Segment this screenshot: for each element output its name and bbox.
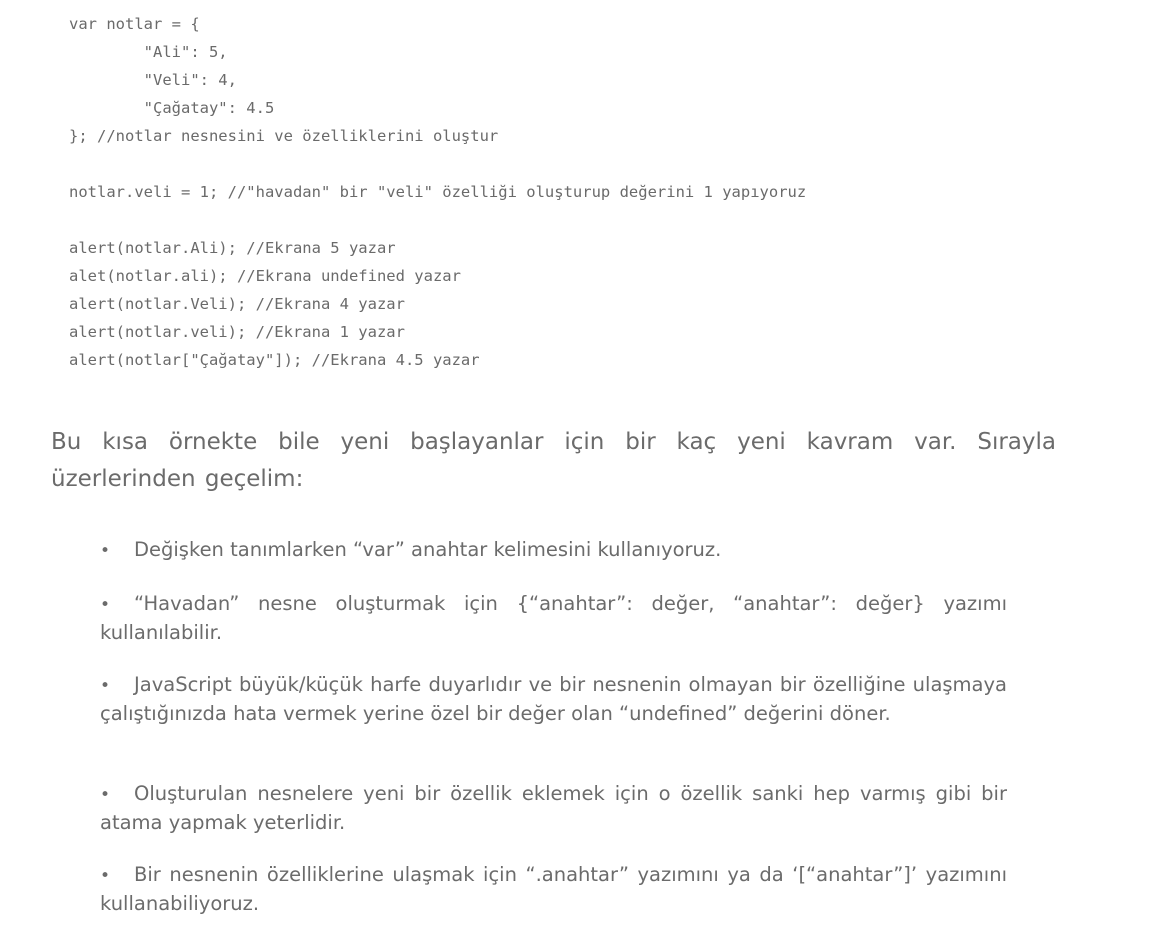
intro-paragraph: Bu kısa örnekte bile yeni başlayanlar iç… [51,429,1056,492]
list-item: Oluşturulan nesnelere yeni bir özellik e… [100,780,1007,837]
bullet-icon [100,780,134,809]
code-line: alert(notlar.Veli); //Ekrana 4 yazar [69,295,405,313]
list-item-text: Oluşturulan nesnelere yeni bir özellik e… [100,782,1007,834]
bullet-icon [100,536,134,565]
list-item: JavaScript büyük/küçük harfe duyarlıdır … [100,671,1007,728]
code-line: "Çağatay": 4.5 [69,99,275,117]
list-item: “Havadan” nesne oluşturmak için {“anahta… [100,590,1007,647]
code-line: alert(notlar["Çağatay"]); //Ekrana 4.5 y… [69,351,480,369]
code-line: }; //notlar nesnesini ve özelliklerini o… [69,127,499,145]
code-line: notlar.veli = 1; //"havadan" bir "veli" … [69,183,807,201]
code-line: alet(notlar.ali); //Ekrana undefined yaz… [69,267,461,285]
code-line: "Veli": 4, [69,71,237,89]
list-item-text: “Havadan” nesne oluşturmak için {“anahta… [100,592,1007,644]
list-item-text: Değişken tanımlarken “var” anahtar kelim… [134,538,722,561]
bullet-icon [100,861,134,890]
code-line: "Ali": 5, [69,43,228,61]
code-line: var notlar = { [69,15,200,33]
bullet-icon [100,671,134,700]
list-item: Değişken tanımlarken “var” anahtar kelim… [100,536,1007,565]
code-block: var notlar = { "Ali": 5, "Veli": 4, "Çağ… [69,10,806,374]
list-item-text: JavaScript büyük/küçük harfe duyarlıdır … [100,673,1007,725]
list-item-text: Bir nesnenin özelliklerine ulaşmak için … [100,863,1007,915]
bullet-icon [100,590,134,619]
list-item: Bir nesnenin özelliklerine ulaşmak için … [100,861,1007,918]
code-line: alert(notlar.veli); //Ekrana 1 yazar [69,323,405,341]
code-line: alert(notlar.Ali); //Ekrana 5 yazar [69,239,396,257]
